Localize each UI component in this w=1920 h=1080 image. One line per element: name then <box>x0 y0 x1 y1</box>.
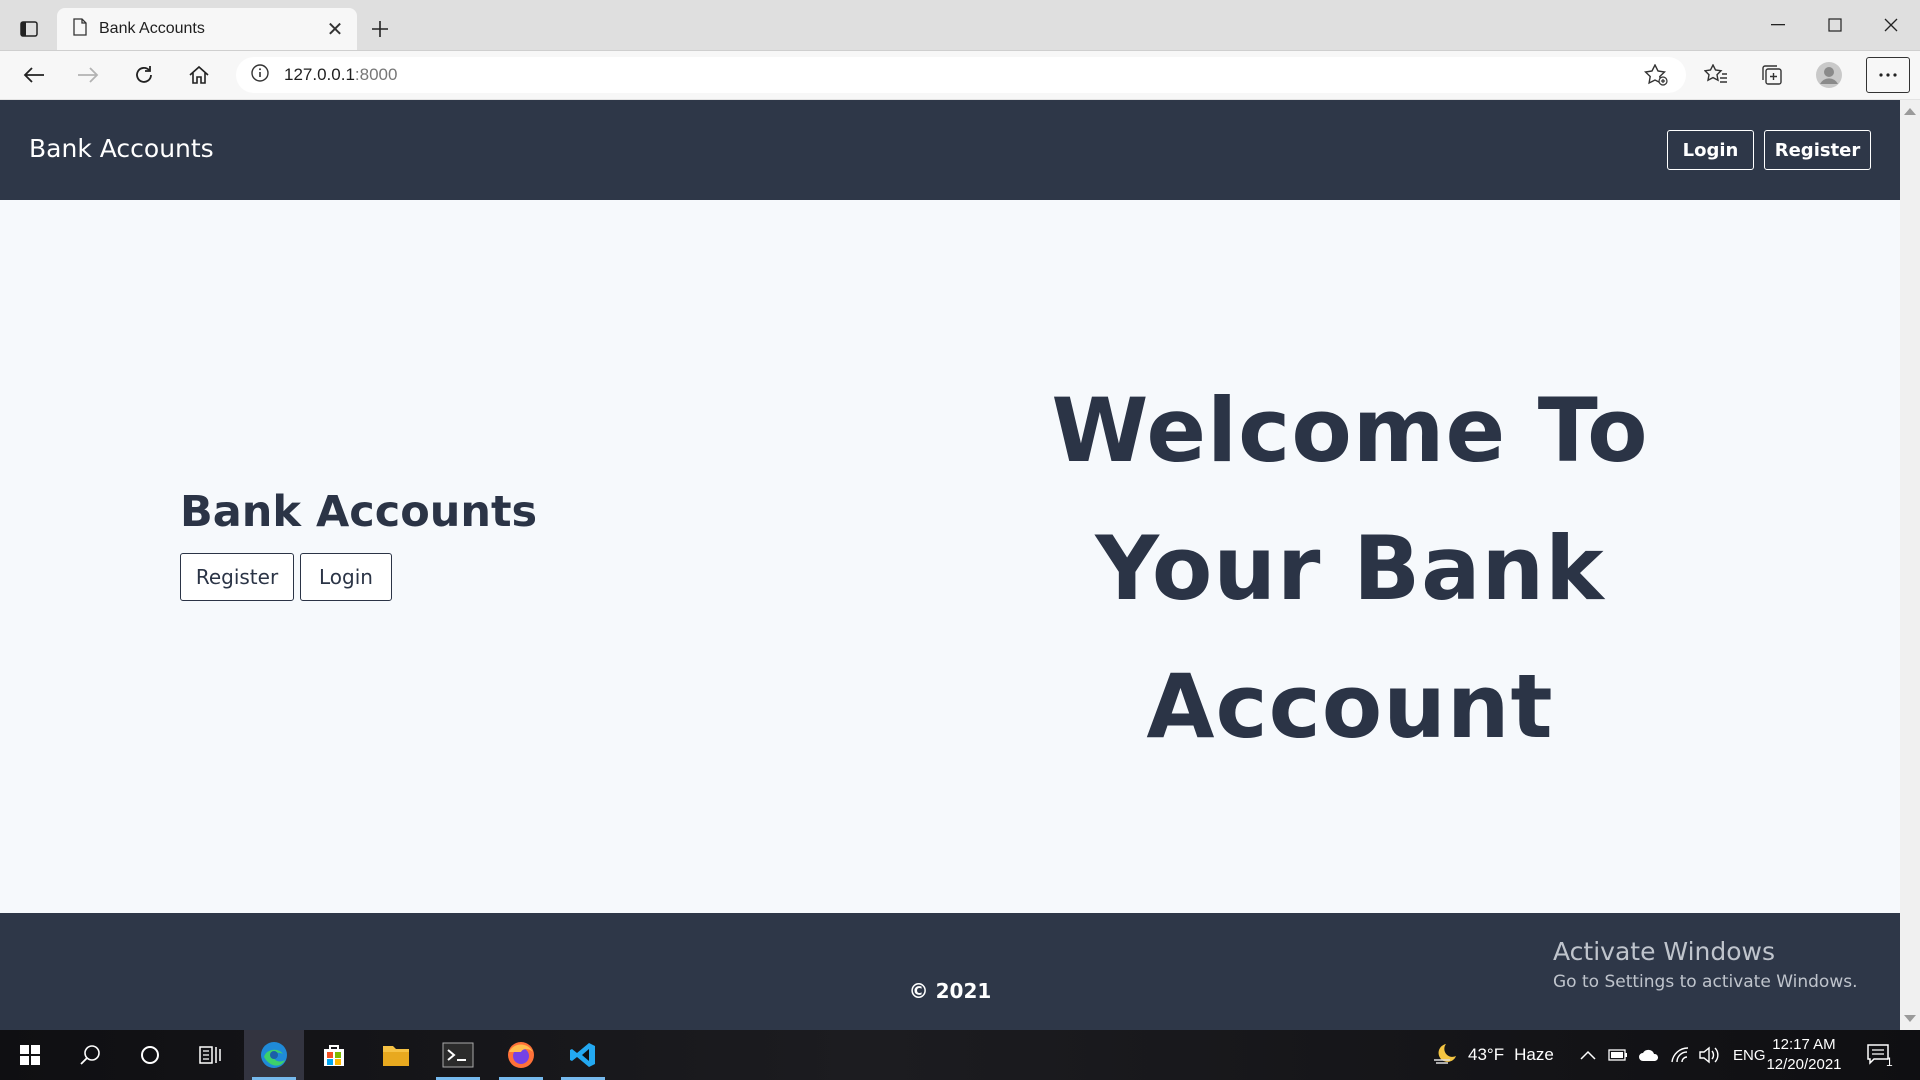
site-brand[interactable]: Bank Accounts <box>29 134 214 163</box>
battery-icon[interactable] <box>1608 1030 1628 1080</box>
task-view-icon[interactable] <box>180 1030 240 1080</box>
add-favorite-icon[interactable] <box>1638 57 1674 93</box>
search-icon[interactable] <box>60 1030 120 1080</box>
taskbar-vscode-icon[interactable] <box>553 1030 613 1080</box>
weather-widget[interactable]: 43°F Haze <box>1432 1030 1554 1080</box>
show-hidden-icons-chevron-icon[interactable] <box>1580 1030 1596 1080</box>
web-page: Bank Accounts Login Register Bank Accoun… <box>0 100 1900 1030</box>
watermark-title: Activate Windows <box>1553 937 1775 966</box>
scroll-up-icon[interactable] <box>1904 108 1916 115</box>
welcome-line: Account <box>1146 655 1554 758</box>
close-window-icon[interactable] <box>1868 8 1914 42</box>
scroll-down-icon[interactable] <box>1904 1015 1916 1022</box>
browser-tab-active[interactable]: Bank Accounts ✕ <box>57 8 357 50</box>
language-indicator[interactable]: ENG <box>1733 1030 1766 1080</box>
header-login-button[interactable]: Login <box>1667 130 1754 170</box>
back-icon[interactable] <box>16 57 52 93</box>
page-file-icon <box>73 17 87 41</box>
taskbar-terminal-icon[interactable] <box>428 1030 488 1080</box>
profile-avatar-icon[interactable] <box>1811 57 1847 93</box>
onedrive-cloud-icon[interactable] <box>1638 1030 1660 1080</box>
clock-time: 12:17 AM <box>1772 1036 1836 1053</box>
volume-icon[interactable] <box>1698 1030 1720 1080</box>
address-bar[interactable]: 127.0.0.1:8000 <box>236 57 1686 93</box>
windows-taskbar: 43°F Haze ENG 12:17 AM 12/20/2021 1 <box>0 1030 1920 1080</box>
tab-close-icon[interactable]: ✕ <box>321 15 349 43</box>
tab-title: Bank Accounts <box>99 20 205 37</box>
taskbar-edge-icon[interactable] <box>244 1030 304 1080</box>
refresh-icon[interactable] <box>126 57 162 93</box>
hero-title: Bank Accounts <box>180 487 538 537</box>
welcome-line: Welcome To <box>1051 379 1649 482</box>
start-windows-icon[interactable] <box>0 1030 60 1080</box>
notification-count: 1 <box>1886 1055 1893 1069</box>
wifi-icon[interactable] <box>1670 1030 1690 1080</box>
favorites-icon[interactable] <box>1698 57 1734 93</box>
taskbar-firefox-icon[interactable] <box>491 1030 551 1080</box>
welcome-heading: Welcome To Your Bank Account <box>990 362 1710 776</box>
activate-windows-watermark: Activate Windows Go to Settings to activ… <box>1553 937 1858 992</box>
home-icon[interactable] <box>181 57 217 93</box>
taskbar-file-explorer-icon[interactable] <box>366 1030 426 1080</box>
taskbar-store-icon[interactable] <box>304 1030 364 1080</box>
welcome-line: Your Bank <box>1095 517 1605 620</box>
weather-desc: Haze <box>1514 1045 1554 1064</box>
page-scrollbar[interactable] <box>1900 100 1920 1030</box>
weather-temp: 43°F <box>1468 1045 1505 1064</box>
tab-actions-icon[interactable] <box>14 14 44 44</box>
browser-tab-bar: Bank Accounts ✕ <box>0 0 1920 51</box>
cortana-icon[interactable] <box>120 1030 180 1080</box>
url-text: 127.0.0.1:8000 <box>284 65 398 84</box>
minimize-icon[interactable] <box>1755 8 1801 42</box>
site-info-icon[interactable] <box>250 63 270 88</box>
collections-icon[interactable] <box>1754 57 1790 93</box>
settings-more-icon[interactable] <box>1866 57 1910 93</box>
watermark-subtitle: Go to Settings to activate Windows. <box>1553 972 1858 992</box>
hero-section: Bank Accounts Register Login <box>180 487 537 601</box>
notification-center-icon[interactable]: 1 <box>1866 1030 1893 1080</box>
forward-icon[interactable] <box>70 57 106 93</box>
hero-buttons: Register Login <box>180 553 537 601</box>
site-footer: © 2021 Activate Windows Go to Settings t… <box>0 913 1900 1030</box>
new-tab-icon[interactable] <box>364 13 396 45</box>
hero-login-button[interactable]: Login <box>300 553 392 601</box>
browser-toolbar: 127.0.0.1:8000 <box>0 51 1920 100</box>
system-clock[interactable]: 12:17 AM 12/20/2021 <box>1762 1035 1846 1075</box>
weather-moon-icon <box>1432 1042 1458 1069</box>
clock-date: 12/20/2021 <box>1766 1056 1842 1073</box>
header-register-button[interactable]: Register <box>1764 130 1871 170</box>
hero-register-button[interactable]: Register <box>180 553 294 601</box>
maximize-icon[interactable] <box>1812 8 1858 42</box>
site-header: Bank Accounts Login Register <box>0 100 1900 200</box>
